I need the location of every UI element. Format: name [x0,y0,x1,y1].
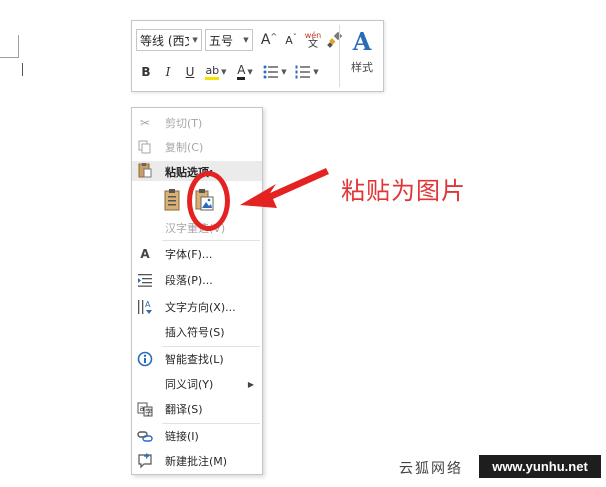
annotation-label: 粘贴为图片 [341,177,466,205]
watermark-url: www.yunhu.net [479,455,601,478]
watermark-text: 云狐网络 [399,461,463,477]
annotation-arrow [240,168,329,208]
